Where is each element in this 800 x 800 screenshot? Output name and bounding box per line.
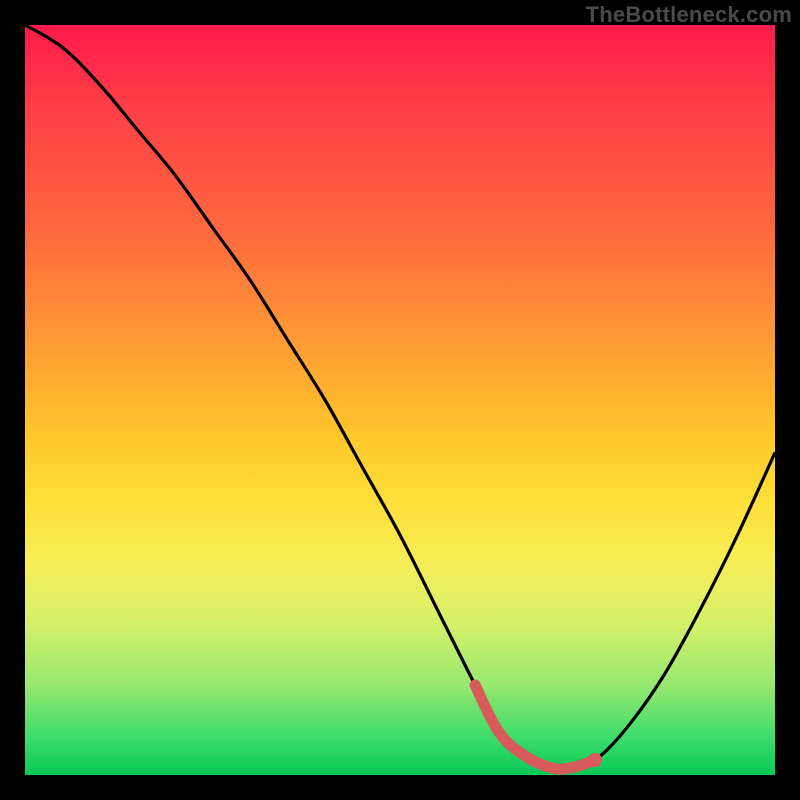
watermark-text: TheBottleneck.com xyxy=(586,2,792,28)
highlight-segment xyxy=(475,685,595,769)
bottleneck-curve xyxy=(25,25,775,769)
highlight-marker xyxy=(588,753,602,767)
chart-frame: TheBottleneck.com xyxy=(0,0,800,800)
curve-layer xyxy=(25,25,775,775)
